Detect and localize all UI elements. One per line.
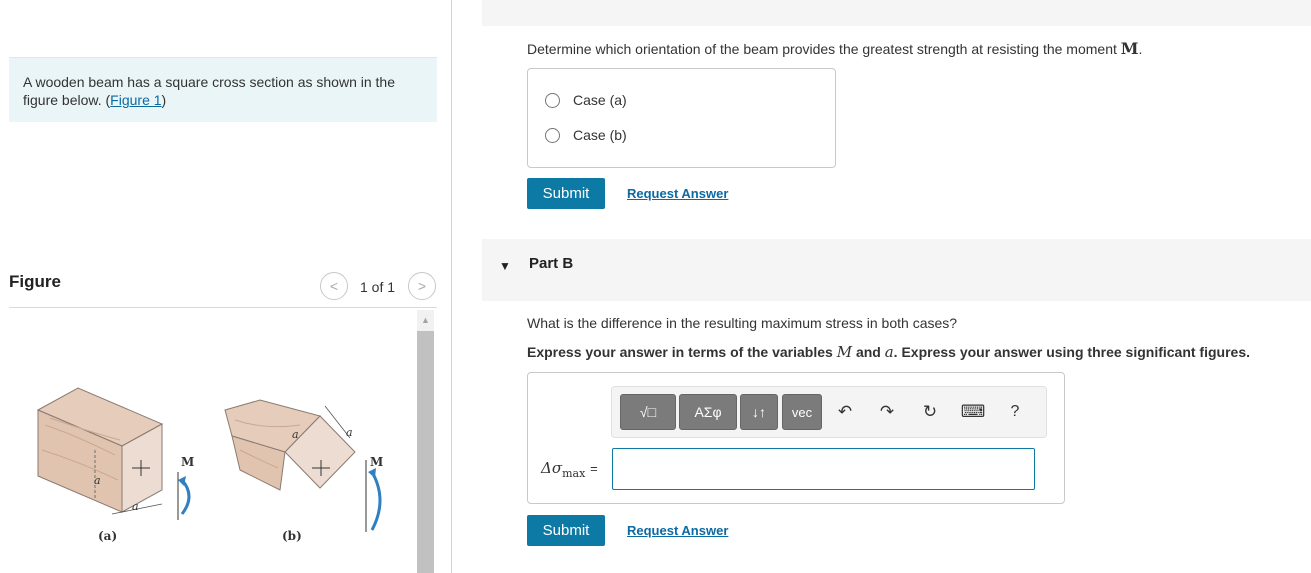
templates-button[interactable]: √□ bbox=[620, 394, 676, 430]
figure-divider bbox=[9, 307, 437, 308]
figure-link[interactable]: Figure 1 bbox=[110, 92, 161, 108]
greek-symbols-button[interactable]: ΑΣφ bbox=[679, 394, 737, 430]
undo-icon[interactable]: ↶ bbox=[834, 401, 856, 423]
problem-statement-box: A wooden beam has a square cross section… bbox=[9, 57, 437, 122]
figure-pager: 1 of 1 bbox=[360, 279, 396, 295]
part-a-submit-button[interactable]: Submit bbox=[527, 178, 605, 209]
chevron-right-icon: > bbox=[417, 278, 427, 294]
svg-text:a: a bbox=[346, 426, 353, 439]
svg-text:(b): (b) bbox=[282, 529, 302, 543]
svg-text:M: M bbox=[370, 455, 383, 469]
svg-text:a: a bbox=[132, 500, 139, 513]
svg-text:a: a bbox=[292, 428, 299, 441]
beam-case-b: a a M (b) bbox=[224, 399, 383, 543]
help-icon[interactable]: ? bbox=[1005, 401, 1025, 423]
part-b-submit-button[interactable]: Submit bbox=[527, 515, 605, 546]
part-a-request-answer-link[interactable]: Request Answer bbox=[627, 186, 728, 201]
part-a-question: Determine which orientation of the beam … bbox=[527, 39, 1143, 58]
problem-text: A wooden beam has a square cross section… bbox=[23, 74, 395, 108]
figure-title: Figure bbox=[9, 272, 61, 291]
keyboard-icon[interactable]: ⌨ bbox=[960, 401, 986, 423]
next-figure-button[interactable]: > bbox=[408, 272, 436, 300]
square-root-icon: √□ bbox=[639, 404, 657, 420]
option-case-b[interactable]: Case (b) bbox=[545, 127, 627, 143]
chevron-left-icon: < bbox=[329, 278, 339, 294]
collapse-caret-icon[interactable]: ▼ bbox=[499, 259, 511, 273]
part-b-request-answer-link[interactable]: Request Answer bbox=[627, 523, 728, 538]
part-a-options: Case (a) Case (b) bbox=[527, 68, 836, 168]
part-b-instructions: Express your answer in terms of the vari… bbox=[527, 343, 1250, 361]
part-a-header-band bbox=[482, 0, 1311, 26]
radio-case-b[interactable] bbox=[545, 127, 560, 143]
math-toolbar: √□ ΑΣφ ↓↑ vec ↶ ↷ ↻ ⌨ ? bbox=[611, 386, 1047, 438]
svg-text:(a): (a) bbox=[98, 529, 117, 543]
svg-text:a: a bbox=[94, 474, 101, 487]
scroll-up-arrow-icon[interactable]: ▲ bbox=[417, 310, 434, 330]
prev-figure-button[interactable]: < bbox=[320, 272, 348, 300]
radio-case-a[interactable] bbox=[545, 92, 560, 108]
svg-text:M: M bbox=[181, 455, 194, 469]
beam-case-a: a a M (a) bbox=[36, 387, 194, 543]
answer-label: Δσmax = bbox=[541, 459, 598, 480]
reset-icon[interactable]: ↻ bbox=[919, 401, 941, 423]
panel-divider bbox=[451, 0, 452, 573]
units-arrows-button[interactable]: ↓↑ bbox=[740, 394, 778, 430]
redo-icon[interactable]: ↷ bbox=[876, 401, 898, 423]
figure-scrollbar-thumb[interactable] bbox=[417, 331, 434, 573]
part-b-question: What is the difference in the resulting … bbox=[527, 315, 958, 331]
option-case-a[interactable]: Case (a) bbox=[545, 92, 627, 108]
vector-button[interactable]: vec bbox=[782, 394, 822, 430]
problem-statement: A wooden beam has a square cross section… bbox=[23, 74, 395, 108]
answer-input[interactable] bbox=[612, 448, 1035, 490]
beam-figure: a a M (a) a a M (b) bbox=[36, 387, 383, 543]
part-b-title[interactable]: Part B bbox=[529, 255, 573, 272]
part-b-header-band bbox=[482, 239, 1311, 301]
